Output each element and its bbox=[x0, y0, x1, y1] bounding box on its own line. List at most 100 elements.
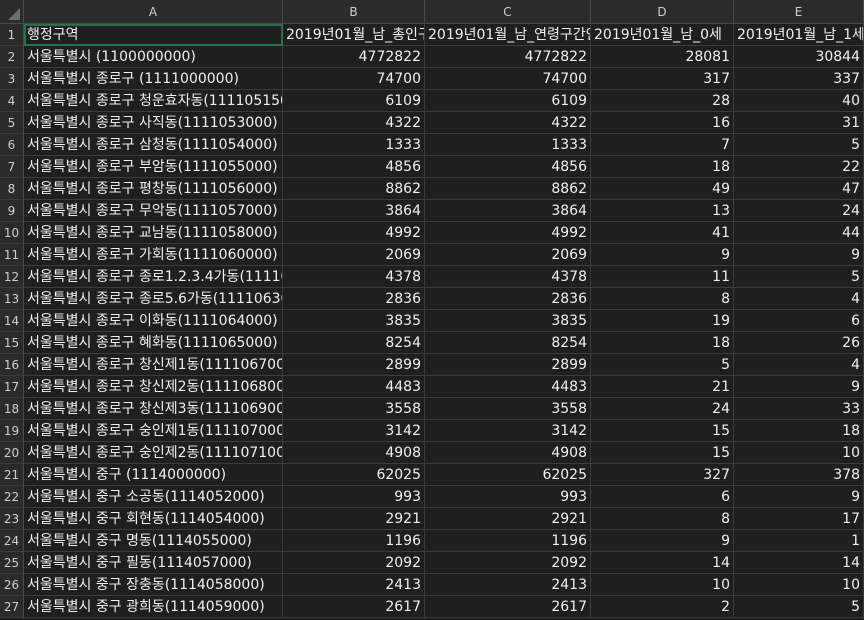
cell-a[interactable]: 서울특별시 중구 필동(1114057000) bbox=[24, 552, 283, 574]
cell-a[interactable]: 서울특별시 (1100000000) bbox=[24, 46, 283, 68]
cell-b[interactable]: 4378 bbox=[283, 266, 425, 288]
row-header[interactable]: 18 bbox=[0, 398, 24, 420]
cell-c[interactable]: 8862 bbox=[425, 178, 591, 200]
cell-d[interactable]: 317 bbox=[591, 68, 734, 90]
cell-e[interactable]: 40 bbox=[734, 90, 864, 112]
cell-c[interactable]: 4322 bbox=[425, 112, 591, 134]
cell-c[interactable]: 1333 bbox=[425, 134, 591, 156]
cell-e[interactable]: 33 bbox=[734, 398, 864, 420]
cell-d[interactable]: 327 bbox=[591, 464, 734, 486]
cell-e[interactable]: 337 bbox=[734, 68, 864, 90]
cell-e[interactable]: 10 bbox=[734, 574, 864, 596]
row-header[interactable]: 23 bbox=[0, 508, 24, 530]
cell-c[interactable]: 4772822 bbox=[425, 46, 591, 68]
cell-a[interactable]: 서울특별시 종로구 청운효자동(1111051500) bbox=[24, 90, 283, 112]
cell-b[interactable]: 993 bbox=[283, 486, 425, 508]
cell-c[interactable]: 1196 bbox=[425, 530, 591, 552]
cell-a[interactable]: 행정구역 bbox=[24, 24, 283, 46]
cell-a[interactable]: 서울특별시 종로구 사직동(1111053000) bbox=[24, 112, 283, 134]
cell-c[interactable]: 2413 bbox=[425, 574, 591, 596]
cell-c[interactable]: 2069 bbox=[425, 244, 591, 266]
cell-d[interactable]: 49 bbox=[591, 178, 734, 200]
cell-e[interactable]: 17 bbox=[734, 508, 864, 530]
row-header[interactable]: 27 bbox=[0, 596, 24, 618]
cell-e[interactable]: 4 bbox=[734, 354, 864, 376]
cell-e[interactable]: 31 bbox=[734, 112, 864, 134]
cell-d[interactable]: 9 bbox=[591, 244, 734, 266]
cell-c[interactable]: 4992 bbox=[425, 222, 591, 244]
row-header[interactable]: 8 bbox=[0, 178, 24, 200]
cell-e[interactable]: 1 bbox=[734, 530, 864, 552]
cell-c[interactable]: 4378 bbox=[425, 266, 591, 288]
cell-d[interactable]: 14 bbox=[591, 552, 734, 574]
cell-e[interactable]: 9 bbox=[734, 244, 864, 266]
cell-d[interactable]: 18 bbox=[591, 332, 734, 354]
cell-e[interactable]: 14 bbox=[734, 552, 864, 574]
cell-d[interactable]: 7 bbox=[591, 134, 734, 156]
cell-a[interactable]: 서울특별시 종로구 이화동(1111064000) bbox=[24, 310, 283, 332]
cell-d[interactable]: 13 bbox=[591, 200, 734, 222]
cell-c[interactable]: 2019년01월_남_연령구간인구수 bbox=[425, 24, 591, 46]
cell-a[interactable]: 서울특별시 종로구 숭인제1동(1111070000) bbox=[24, 420, 283, 442]
cell-b[interactable]: 3558 bbox=[283, 398, 425, 420]
column-header-e[interactable]: E bbox=[734, 0, 864, 24]
row-header[interactable]: 19 bbox=[0, 420, 24, 442]
cell-e[interactable]: 44 bbox=[734, 222, 864, 244]
cell-a[interactable]: 서울특별시 중구 회현동(1114054000) bbox=[24, 508, 283, 530]
cell-c[interactable]: 2617 bbox=[425, 596, 591, 618]
row-header[interactable]: 22 bbox=[0, 486, 24, 508]
cell-b[interactable]: 2413 bbox=[283, 574, 425, 596]
cell-c[interactable]: 62025 bbox=[425, 464, 591, 486]
cell-a[interactable]: 서울특별시 중구 소공동(1114052000) bbox=[24, 486, 283, 508]
row-header[interactable]: 20 bbox=[0, 442, 24, 464]
cell-c[interactable]: 4908 bbox=[425, 442, 591, 464]
cell-c[interactable]: 4483 bbox=[425, 376, 591, 398]
row-header[interactable]: 17 bbox=[0, 376, 24, 398]
cell-e[interactable]: 18 bbox=[734, 420, 864, 442]
row-header[interactable]: 14 bbox=[0, 310, 24, 332]
cell-a[interactable]: 서울특별시 종로구 무악동(1111057000) bbox=[24, 200, 283, 222]
cell-c[interactable]: 4856 bbox=[425, 156, 591, 178]
cell-a[interactable]: 서울특별시 종로구 숭인제2동(1111071000) bbox=[24, 442, 283, 464]
cell-a[interactable]: 서울특별시 종로구 창신제1동(1111067000) bbox=[24, 354, 283, 376]
cell-e[interactable]: 4 bbox=[734, 288, 864, 310]
cell-d[interactable]: 5 bbox=[591, 354, 734, 376]
cell-b[interactable]: 4483 bbox=[283, 376, 425, 398]
cell-d[interactable]: 11 bbox=[591, 266, 734, 288]
row-header[interactable]: 26 bbox=[0, 574, 24, 596]
cell-e[interactable]: 26 bbox=[734, 332, 864, 354]
cell-b[interactable]: 4322 bbox=[283, 112, 425, 134]
row-header[interactable]: 1 bbox=[0, 24, 24, 46]
cell-c[interactable]: 6109 bbox=[425, 90, 591, 112]
cell-a[interactable]: 서울특별시 중구 장충동(1114058000) bbox=[24, 574, 283, 596]
cell-b[interactable]: 1196 bbox=[283, 530, 425, 552]
row-header[interactable]: 2 bbox=[0, 46, 24, 68]
cell-e[interactable]: 47 bbox=[734, 178, 864, 200]
cell-a[interactable]: 서울특별시 종로구 부암동(1111055000) bbox=[24, 156, 283, 178]
cell-c[interactable]: 2092 bbox=[425, 552, 591, 574]
cell-b[interactable]: 4908 bbox=[283, 442, 425, 464]
cell-b[interactable]: 2019년01월_남_총인구수 bbox=[283, 24, 425, 46]
cell-b[interactable]: 1333 bbox=[283, 134, 425, 156]
cell-d[interactable]: 9 bbox=[591, 530, 734, 552]
column-header-c[interactable]: C bbox=[425, 0, 591, 24]
row-header[interactable]: 3 bbox=[0, 68, 24, 90]
row-header[interactable]: 12 bbox=[0, 266, 24, 288]
cell-d[interactable]: 2019년01월_남_0세 bbox=[591, 24, 734, 46]
cell-b[interactable]: 8862 bbox=[283, 178, 425, 200]
cell-d[interactable]: 6 bbox=[591, 486, 734, 508]
cell-a[interactable]: 서울특별시 종로구 가회동(1111060000) bbox=[24, 244, 283, 266]
cell-e[interactable]: 378 bbox=[734, 464, 864, 486]
cell-a[interactable]: 서울특별시 종로구 혜화동(1111065000) bbox=[24, 332, 283, 354]
cell-d[interactable]: 15 bbox=[591, 442, 734, 464]
cell-c[interactable]: 3558 bbox=[425, 398, 591, 420]
cell-a[interactable]: 서울특별시 중구 광희동(1114059000) bbox=[24, 596, 283, 618]
cell-b[interactable]: 4992 bbox=[283, 222, 425, 244]
row-header[interactable]: 5 bbox=[0, 112, 24, 134]
cell-c[interactable]: 74700 bbox=[425, 68, 591, 90]
cell-c[interactable]: 3835 bbox=[425, 310, 591, 332]
cell-d[interactable]: 10 bbox=[591, 574, 734, 596]
cell-b[interactable]: 62025 bbox=[283, 464, 425, 486]
cell-b[interactable]: 2617 bbox=[283, 596, 425, 618]
cell-e[interactable]: 30844 bbox=[734, 46, 864, 68]
